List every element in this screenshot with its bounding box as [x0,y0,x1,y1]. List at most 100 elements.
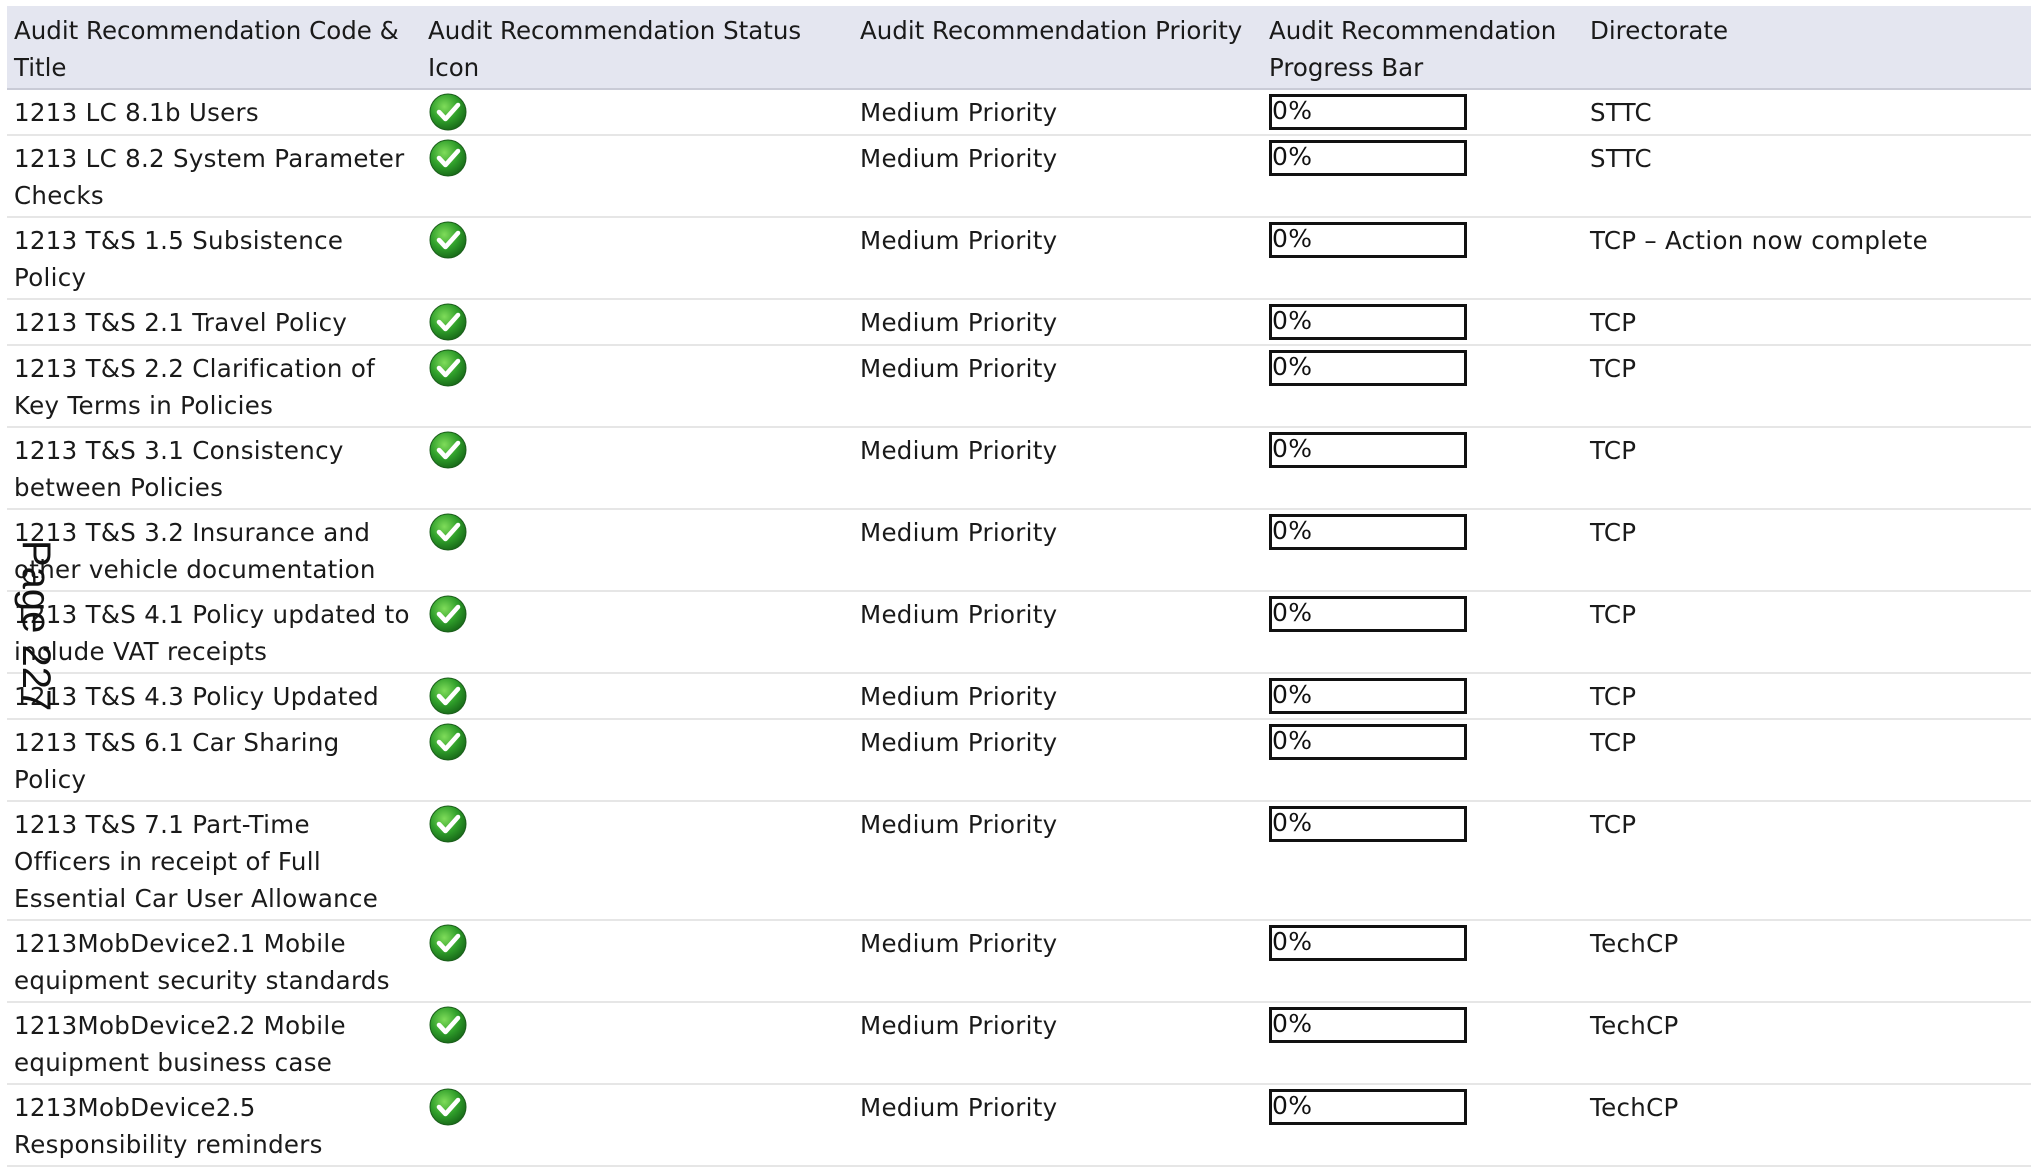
audit-table-container: Audit Recommendation Code & Title Audit … [7,6,2031,1167]
table-row: 1213MobDevice2.5 Responsibility reminder… [7,1084,2031,1167]
status-icon-cell [421,1084,853,1167]
progress-percent-label: 0% [1272,352,1313,381]
recommendation-title-cell: 1213 T&S 3.2 Insurance and other vehicle… [7,509,421,592]
column-header-priority: Audit Recommendation Priority [853,6,1262,90]
progress-bar-cell: 0% [1262,719,1583,802]
progress-percent-label: 0% [1272,598,1313,627]
directorate-cell: TCP [1583,673,2031,720]
status-icon-cell [421,801,853,921]
progress-bar-cell: 0% [1262,801,1583,921]
status-icon-cell [421,135,853,218]
status-icon-cell [421,427,853,510]
green-checkmark-icon [429,677,467,715]
priority-cell: Medium Priority [853,299,1262,346]
table-row: 1213 LC 8.1b Users Medium Priority 0% ST… [7,89,2031,136]
progress-bar: 0% [1269,350,1467,386]
priority-cell: Medium Priority [853,1084,1262,1167]
green-checkmark-icon [429,93,467,131]
progress-bar-cell: 0% [1262,345,1583,428]
recommendation-title-cell: 1213MobDevice2.2 Mobile equipment busine… [7,1002,421,1085]
progress-bar: 0% [1269,925,1467,961]
directorate-cell: TechCP [1583,1002,2031,1085]
green-checkmark-icon [429,924,467,962]
progress-bar: 0% [1269,140,1467,176]
recommendation-title-cell: 1213 T&S 2.1 Travel Policy [7,299,421,346]
table-row: 1213 T&S 7.1 Part-Time Officers in recei… [7,801,2031,921]
table-row: 1213 T&S 2.2 Clarification of Key Terms … [7,345,2031,428]
priority-cell: Medium Priority [853,719,1262,802]
priority-cell: Medium Priority [853,920,1262,1003]
progress-bar-cell: 0% [1262,591,1583,674]
recommendation-title-cell: 1213 T&S 3.1 Consistency between Policie… [7,427,421,510]
green-checkmark-icon [429,221,467,259]
green-checkmark-icon [429,595,467,633]
directorate-cell: STTC [1583,135,2031,218]
progress-bar: 0% [1269,724,1467,760]
progress-percent-label: 0% [1272,224,1313,253]
priority-cell: Medium Priority [853,801,1262,921]
recommendation-title-cell: 1213 T&S 4.3 Policy Updated [7,673,421,720]
progress-bar: 0% [1269,222,1467,258]
green-checkmark-icon [429,1088,467,1126]
table-row: 1213 T&S 2.1 Travel Policy Medium Priori… [7,299,2031,346]
page-number-stamp: Page 227 [14,540,58,712]
progress-bar: 0% [1269,1089,1467,1125]
directorate-cell: TCP [1583,801,2031,921]
table-row: 1213 T&S 4.3 Policy Updated Medium Prior… [7,673,2031,720]
green-checkmark-icon [429,303,467,341]
recommendation-title-cell: 1213 T&S 6.1 Car Sharing Policy [7,719,421,802]
status-icon-cell [421,673,853,720]
status-icon-cell [421,1002,853,1085]
progress-bar-cell: 0% [1262,1084,1583,1167]
directorate-cell: TCP [1583,509,2031,592]
status-icon-cell [421,345,853,428]
priority-cell: Medium Priority [853,217,1262,300]
progress-percent-label: 0% [1272,680,1313,709]
progress-bar: 0% [1269,304,1467,340]
table-row: 1213 LC 8.2 System Parameter Checks Medi… [7,135,2031,218]
recommendation-title-cell: 1213 LC 8.2 System Parameter Checks [7,135,421,218]
priority-cell: Medium Priority [853,427,1262,510]
directorate-cell: STTC [1583,89,2031,136]
directorate-cell: TCP [1583,427,2031,510]
column-header-code-title: Audit Recommendation Code & Title [7,6,421,90]
progress-bar: 0% [1269,1007,1467,1043]
green-checkmark-icon [429,431,467,469]
priority-cell: Medium Priority [853,345,1262,428]
progress-bar-cell: 0% [1262,135,1583,218]
priority-cell: Medium Priority [853,1002,1262,1085]
recommendation-title-cell: 1213 T&S 4.1 Policy updated to include V… [7,591,421,674]
status-icon-cell [421,719,853,802]
green-checkmark-icon [429,349,467,387]
priority-cell: Medium Priority [853,509,1262,592]
progress-bar-cell: 0% [1262,427,1583,510]
priority-cell: Medium Priority [853,135,1262,218]
priority-cell: Medium Priority [853,591,1262,674]
status-icon-cell [421,217,853,300]
progress-percent-label: 0% [1272,1009,1313,1038]
status-icon-cell [421,591,853,674]
progress-bar: 0% [1269,806,1467,842]
table-row: 1213 T&S 3.2 Insurance and other vehicle… [7,509,2031,592]
progress-percent-label: 0% [1272,808,1313,837]
progress-percent-label: 0% [1272,516,1313,545]
table-body: 1213 LC 8.1b Users Medium Priority 0% ST… [7,89,2031,1167]
table-row: 1213MobDevice2.2 Mobile equipment busine… [7,1002,2031,1085]
progress-percent-label: 0% [1272,96,1313,125]
progress-bar-cell: 0% [1262,1002,1583,1085]
progress-percent-label: 0% [1272,142,1313,171]
green-checkmark-icon [429,805,467,843]
progress-bar-cell: 0% [1262,920,1583,1003]
recommendation-title-cell: 1213MobDevice2.1 Mobile equipment securi… [7,920,421,1003]
status-icon-cell [421,509,853,592]
directorate-cell: TechCP [1583,920,2031,1003]
table-row: 1213 T&S 1.5 Subsistence Policy Medium P… [7,217,2031,300]
progress-bar: 0% [1269,432,1467,468]
progress-bar: 0% [1269,94,1467,130]
directorate-cell: TechCP [1583,1084,2031,1167]
green-checkmark-icon [429,723,467,761]
recommendation-title-cell: 1213 T&S 2.2 Clarification of Key Terms … [7,345,421,428]
progress-bar: 0% [1269,514,1467,550]
status-icon-cell [421,299,853,346]
progress-percent-label: 0% [1272,927,1313,956]
